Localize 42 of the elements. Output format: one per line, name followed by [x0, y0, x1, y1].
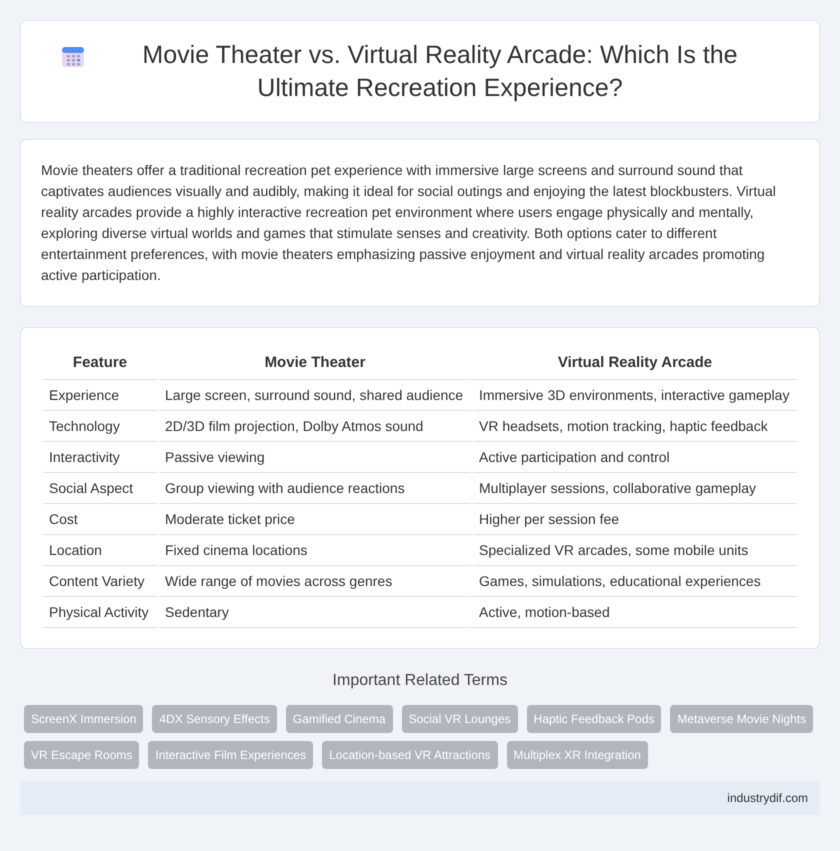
table-cell: Specialized VR arcades, some mobile units: [473, 534, 797, 566]
table-cell: Moderate ticket price: [159, 504, 471, 534]
table-cell: Wide range of movies across genres: [159, 566, 471, 596]
page-title: Movie Theater vs. Virtual Reality Arcade: Which Is the Ultimate Recreation Experience?: [141, 40, 739, 104]
site-name: industrydif.com: [727, 790, 808, 806]
term-tag[interactable]: 4DX Sensory Effects: [152, 704, 277, 732]
table-cell: Location: [43, 534, 157, 566]
intro-paragraph: Movie theaters offer a traditional recreation pet experience with immersive large screens and surround sound that captivates audiences visually and audibly, making it ideal for social outings and enjoying the latest blockbusters. Virtual reality arcades provide a highly interactive recreation pet environment where users engage physically and mentally, exploring diverse virtual worlds and games that stimulate senses and creativity. Both options cater to different entertainment preferences, with movie theaters emphasizing passive enjoyment and virtual reality arcades promoting active participation.: [41, 161, 777, 285]
calendar-icon: [61, 45, 85, 69]
table-cell: Sedentary: [159, 596, 471, 628]
related-title: Important Related Terms: [332, 670, 508, 690]
table-cell: Interactivity: [43, 442, 157, 472]
column-header: Virtual Reality Arcade: [473, 348, 797, 380]
term-tag[interactable]: Multiplex XR Integration: [506, 740, 648, 768]
column-header: Feature: [43, 348, 157, 380]
table-cell: Higher per session fee: [473, 504, 797, 534]
table-cell: Active, motion-based: [473, 596, 797, 628]
term-tag[interactable]: ScreenX Immersion: [24, 704, 144, 732]
table-cell: Experience: [43, 380, 157, 410]
column-header: Movie Theater: [159, 348, 471, 380]
table-cell: Group viewing with audience reactions: [159, 472, 471, 504]
table-cell: Physical Activity: [43, 596, 157, 628]
term-tag[interactable]: Social VR Lounges: [402, 704, 518, 732]
table-cell: Immersive 3D environments, interactive gameplay: [473, 380, 797, 410]
table-cell: Fixed cinema locations: [159, 534, 471, 566]
table-cell: Technology: [43, 410, 157, 442]
term-tag[interactable]: Gamified Cinema: [286, 704, 393, 732]
term-tag[interactable]: Interactive Film Experiences: [148, 740, 314, 768]
table-cell: Large screen, surround sound, shared audience: [159, 380, 471, 410]
term-tag[interactable]: Location-based VR Attractions: [322, 740, 498, 768]
term-tag[interactable]: Metaverse Movie Nights: [670, 704, 814, 732]
table-cell: VR headsets, motion tracking, haptic feedback: [473, 410, 797, 442]
table-cell: Passive viewing: [159, 442, 471, 472]
table-cell: Games, simulations, educational experiences: [473, 566, 797, 596]
table-cell: 2D/3D film projection, Dolby Atmos sound: [159, 410, 471, 442]
table-cell: Social Aspect: [43, 472, 157, 504]
table-cell: Cost: [43, 504, 157, 534]
table-cell: Active participation and control: [473, 442, 797, 472]
term-tag[interactable]: Haptic Feedback Pods: [526, 704, 662, 732]
table-cell: Content Variety: [43, 566, 157, 596]
term-tag[interactable]: VR Escape Rooms: [24, 740, 140, 768]
table-cell: Multiplayer sessions, collaborative gameplay: [473, 472, 797, 504]
